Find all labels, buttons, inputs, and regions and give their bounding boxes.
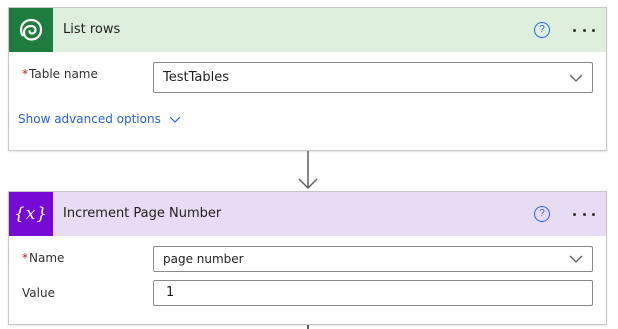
table-name-dropdown[interactable]: TestTables xyxy=(153,62,593,93)
variable-icon-glyph: {x} xyxy=(13,204,49,224)
list-rows-card-header[interactable]: List rows ? xyxy=(9,8,606,52)
flow-connector-arrow xyxy=(298,151,318,190)
chevron-down-icon xyxy=(569,255,583,263)
flow-connector-line xyxy=(307,325,309,329)
more-options-icon[interactable] xyxy=(571,20,597,40)
variable-name-value: page number xyxy=(163,252,244,266)
variable-name-dropdown[interactable]: page number xyxy=(153,246,593,272)
table-name-label: *Table name xyxy=(22,67,98,81)
dot xyxy=(592,212,595,216)
increment-variable-action-card: {x} Increment Page Number ? *Name page n… xyxy=(8,191,607,325)
required-asterisk: * xyxy=(22,67,28,81)
chevron-down-icon xyxy=(569,74,583,82)
value-label: Value xyxy=(22,286,55,300)
show-advanced-options-label: Show advanced options xyxy=(18,112,161,126)
table-name-label-text: Table name xyxy=(29,67,98,81)
card-title: List rows xyxy=(63,22,121,37)
dot xyxy=(573,212,576,216)
dot xyxy=(582,212,586,216)
required-asterisk: * xyxy=(22,251,28,265)
dot xyxy=(582,28,586,32)
card-title: Increment Page Number xyxy=(63,206,222,221)
dot xyxy=(592,28,595,32)
help-icon[interactable]: ? xyxy=(534,22,550,38)
show-advanced-options-link[interactable]: Show advanced options xyxy=(18,112,181,126)
name-label-text: Name xyxy=(29,251,65,265)
dataverse-icon xyxy=(9,8,53,52)
increment-card-header[interactable]: {x} Increment Page Number ? xyxy=(9,192,606,236)
table-name-value: TestTables xyxy=(163,70,229,85)
chevron-down-icon xyxy=(169,116,181,123)
variable-icon: {x} xyxy=(9,192,53,236)
value-input[interactable]: 1 xyxy=(153,280,593,306)
name-label: *Name xyxy=(22,251,64,265)
value-input-text: 1 xyxy=(166,285,175,300)
dot xyxy=(573,28,576,32)
list-rows-action-card: List rows ? *Table name TestTables Show … xyxy=(8,7,607,151)
help-icon[interactable]: ? xyxy=(534,206,550,222)
more-options-icon[interactable] xyxy=(571,204,597,224)
